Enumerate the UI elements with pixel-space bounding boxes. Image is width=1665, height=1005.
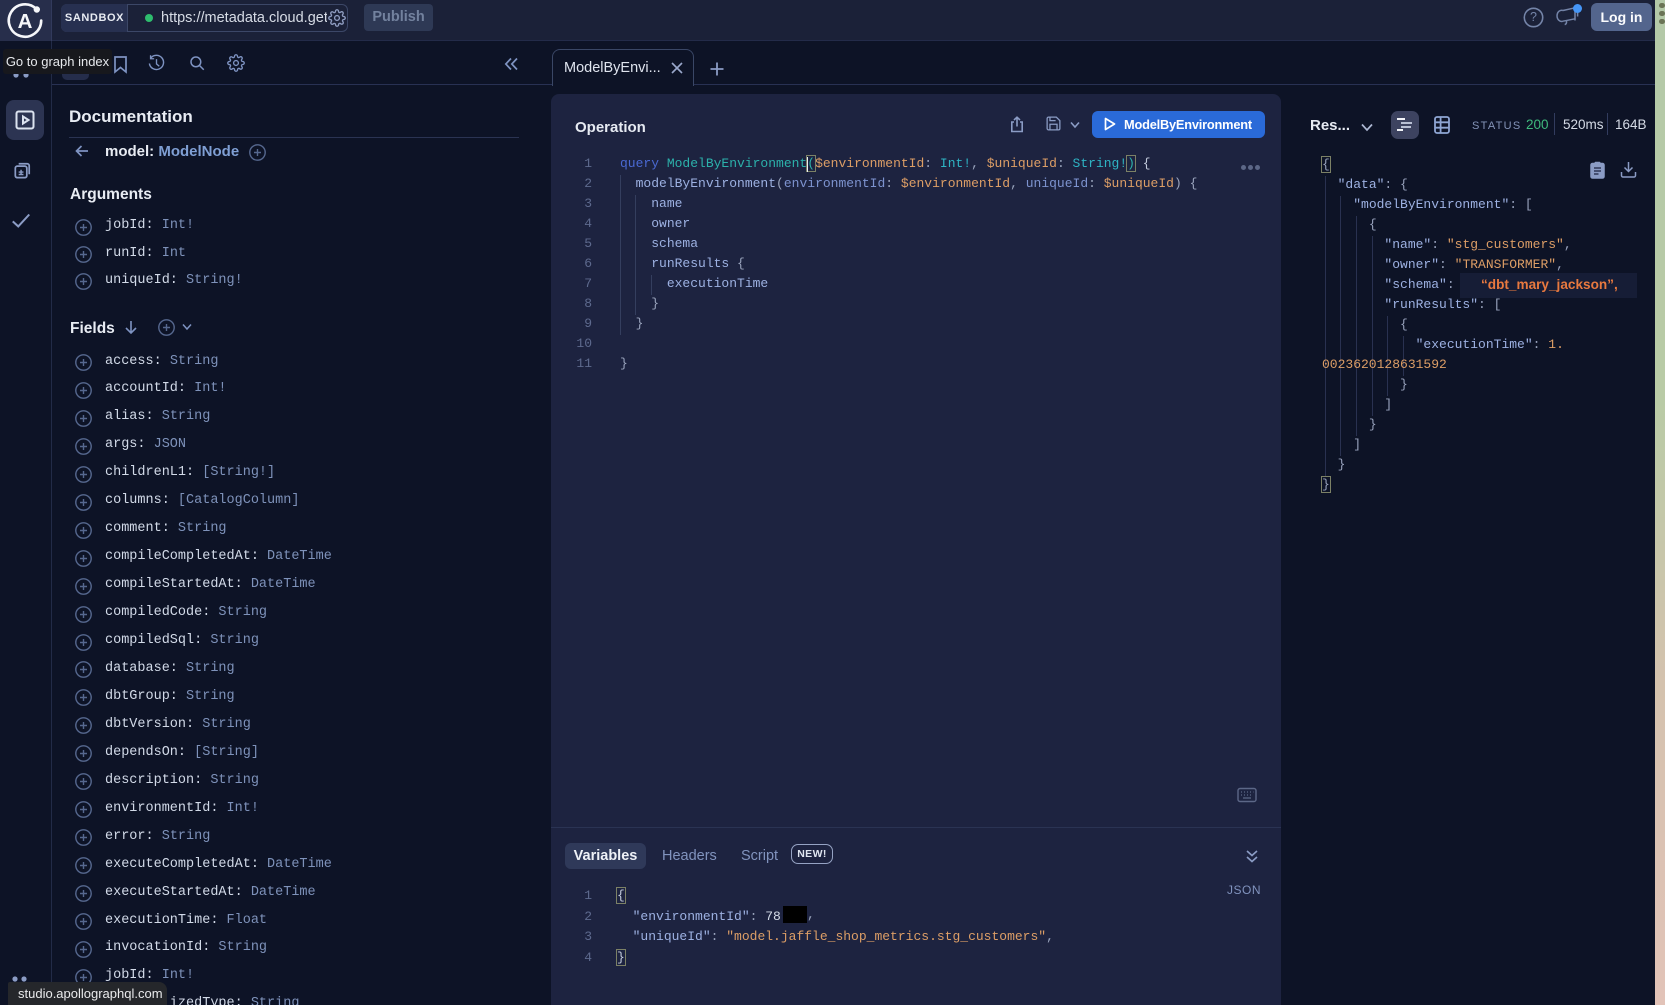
svg-text:A: A xyxy=(18,10,33,33)
